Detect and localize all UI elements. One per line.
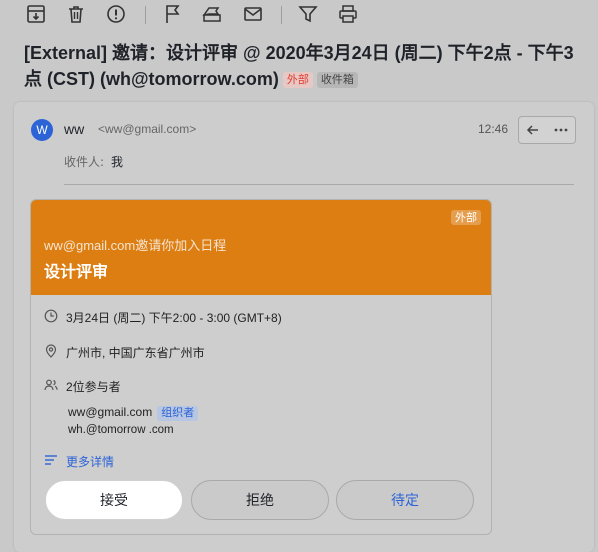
invite-title: 设计评审 [44, 262, 109, 281]
external-tag: 外部 [282, 72, 313, 88]
toolbar-separator [281, 6, 282, 24]
invite-location: 广州市, 中国广东省广州市 [66, 346, 205, 360]
invite-header: 外部 ww@gmail.com邀请你加入日程 设计评审 [31, 200, 491, 295]
trash-icon[interactable] [65, 3, 87, 25]
more-actions-button[interactable] [546, 116, 576, 144]
calendar-invite-card: 外部 ww@gmail.com邀请你加入日程 设计评审 3月24日 (周二) 下… [30, 199, 492, 535]
sender-name[interactable]: ww [64, 121, 84, 137]
sender-email[interactable]: <ww@gmail.com> [98, 122, 196, 136]
avatar[interactable]: W [31, 119, 53, 141]
accept-button[interactable]: 接受 [45, 480, 183, 520]
decline-button[interactable]: 拒绝 [191, 480, 329, 520]
attendee-item[interactable]: wh.@tomorrow .com [68, 424, 174, 436]
divider [64, 184, 574, 185]
reply-icon [526, 125, 538, 135]
filter-icon[interactable] [297, 3, 319, 25]
attendee-email: wh.@tomorrow .com [68, 424, 174, 436]
recipients-label: 收件人: [64, 155, 105, 169]
organizer-tag: 组织者 [157, 406, 199, 421]
toolbar [0, 0, 598, 30]
recipients-value[interactable]: 我 [111, 153, 123, 170]
toolbar-separator [145, 6, 146, 24]
clock-icon [44, 309, 58, 323]
message-time: 12:46 [478, 122, 509, 136]
label-icon[interactable] [201, 3, 223, 25]
more-details-link[interactable]: 更多详情 [66, 453, 114, 470]
invite-datetime: 3月24日 (周二) 下午2:00 - 3:00 (GMT+8) [66, 311, 282, 325]
attendee-email: ww@gmail.com [68, 405, 153, 419]
flag-icon[interactable] [162, 3, 184, 25]
email-subject: [External] 邀请：设计评审 @ 2020年3月24日 (周二) 下午2… [24, 40, 584, 92]
attendee-item[interactable]: ww@gmail.com 组织者 [68, 405, 199, 421]
print-icon[interactable] [337, 3, 359, 25]
tentative-button[interactable]: 待定 [336, 480, 474, 520]
mark-unread-icon[interactable] [242, 3, 264, 25]
attendee-count: 2位参与者 [66, 380, 121, 394]
more-icon [554, 128, 567, 132]
invite-external-badge: 外部 [451, 210, 481, 225]
reply-button[interactable] [518, 116, 548, 144]
invite-subtitle: ww@gmail.com邀请你加入日程 [44, 238, 227, 253]
folder-tag[interactable]: 收件箱 [316, 72, 358, 88]
archive-icon[interactable] [25, 3, 47, 25]
attendees-icon [44, 379, 58, 391]
spam-icon[interactable] [105, 3, 127, 25]
details-icon [45, 455, 57, 465]
location-icon [45, 344, 57, 358]
